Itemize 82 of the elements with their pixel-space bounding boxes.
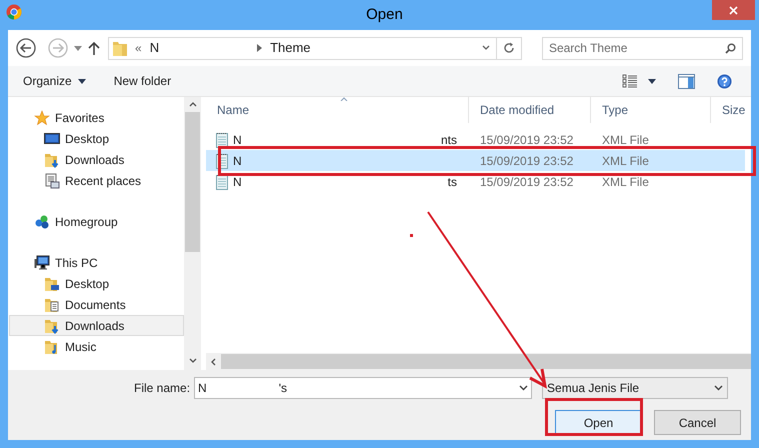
sidebar-item[interactable]: Desktop (9, 273, 184, 294)
preview-pane-icon (678, 74, 695, 88)
scrollbar[interactable] (184, 97, 201, 370)
sidebar-item[interactable]: Music (9, 336, 184, 357)
browser-logo-icon (6, 4, 22, 20)
monitor-icon (44, 130, 60, 146)
scroll-down-icon (188, 358, 196, 363)
address-bar[interactable]: « N Theme (108, 36, 522, 60)
cancel-button[interactable]: Cancel (654, 410, 741, 435)
file-name: N (233, 152, 242, 170)
close-icon (729, 6, 738, 14)
file-type-dropdown[interactable]: Semua Jenis File (542, 377, 728, 399)
up-button[interactable] (88, 41, 100, 55)
back-button[interactable] (16, 38, 36, 58)
file-type: XML File (601, 152, 650, 170)
search-field[interactable]: Search Theme (542, 36, 743, 60)
details-view-icon (622, 74, 638, 88)
organize-menu[interactable]: Organize (23, 72, 86, 90)
documents-folder-icon (44, 296, 60, 312)
music-folder-icon (44, 338, 60, 354)
back-icon (16, 38, 36, 58)
file-name: N (233, 174, 242, 190)
homegroup-icon (34, 214, 50, 230)
help-icon (717, 74, 732, 88)
open-button[interactable]: Open (555, 410, 642, 435)
column-header[interactable]: Size (711, 97, 751, 123)
chevron-icon (257, 44, 262, 52)
computer-icon (34, 254, 50, 270)
file-name-fragment: nts (440, 132, 457, 148)
sidebar-item[interactable]: Homegroup (9, 211, 184, 232)
file-name-label: File name: (134, 380, 190, 397)
caret-icon (648, 78, 656, 84)
sidebar-item[interactable]: Desktop (9, 128, 184, 149)
dropdown-caret-icon (519, 385, 528, 391)
up-arrow-icon (88, 41, 100, 55)
help-button[interactable] (717, 74, 732, 88)
sidebar-item[interactable]: Documents (9, 294, 184, 315)
file-type: XML File (601, 132, 650, 148)
sidebar-item[interactable]: Downloads (9, 149, 184, 170)
view-options-button[interactable] (622, 74, 656, 88)
preview-pane-button[interactable] (678, 74, 695, 88)
date-modified: 15/09/2019 23:52 (479, 132, 574, 148)
folder-icon (113, 40, 127, 56)
downloads-folder-icon (44, 152, 60, 168)
sidebar-item[interactable]: Favorites (9, 107, 184, 128)
file-row[interactable]: N 15/09/2019 23:52 XML File (206, 150, 745, 171)
column-header[interactable]: Type (591, 97, 711, 123)
star-icon (34, 110, 50, 126)
file-name: N (233, 132, 242, 148)
date-modified: 15/09/2019 23:52 (479, 174, 574, 190)
file-row[interactable]: N nts 15/09/2019 23:52 XML File (206, 129, 745, 150)
scroll-up-icon (188, 102, 196, 107)
search-input[interactable]: Search Theme (548, 39, 725, 57)
breadcrumb-item[interactable]: Theme (270, 38, 311, 58)
sidebar-item[interactable]: Downloads (9, 315, 184, 336)
downloads-folder-icon (44, 318, 60, 334)
new-folder-button[interactable]: New folder (114, 72, 172, 90)
sidebar-item[interactable]: Recent places (9, 170, 184, 191)
breadcrumb-item[interactable]: N (150, 38, 160, 58)
sidebar-item[interactable]: This PC (9, 252, 184, 273)
desktop-folder-icon (44, 276, 60, 292)
column-header[interactable]: Name (206, 97, 469, 123)
search-icon (725, 42, 736, 54)
file-type: XML File (601, 174, 650, 190)
refresh-icon (502, 42, 515, 54)
recent-locations-button[interactable] (74, 46, 82, 50)
date-modified: 15/09/2019 23:52 (479, 152, 574, 170)
file-name-fragment: ts (448, 174, 457, 190)
close-button[interactable] (712, 0, 755, 20)
file-row[interactable]: N ts 15/09/2019 23:52 XML File (206, 171, 745, 192)
caret-icon (74, 46, 82, 50)
scroll-left-icon (211, 358, 216, 366)
caret-icon (78, 78, 86, 84)
column-header[interactable]: Date modified (469, 97, 591, 123)
window-title: Open (365, 4, 403, 25)
forward-icon (48, 38, 68, 58)
recent-places-icon (44, 172, 60, 188)
dropdown-caret-icon (482, 45, 490, 51)
file-name-field[interactable]: N 's (194, 377, 532, 399)
dropdown-caret-icon (714, 385, 724, 391)
breadcrumb-item[interactable]: « (135, 39, 142, 57)
scrollbar-thumb[interactable] (185, 112, 200, 252)
